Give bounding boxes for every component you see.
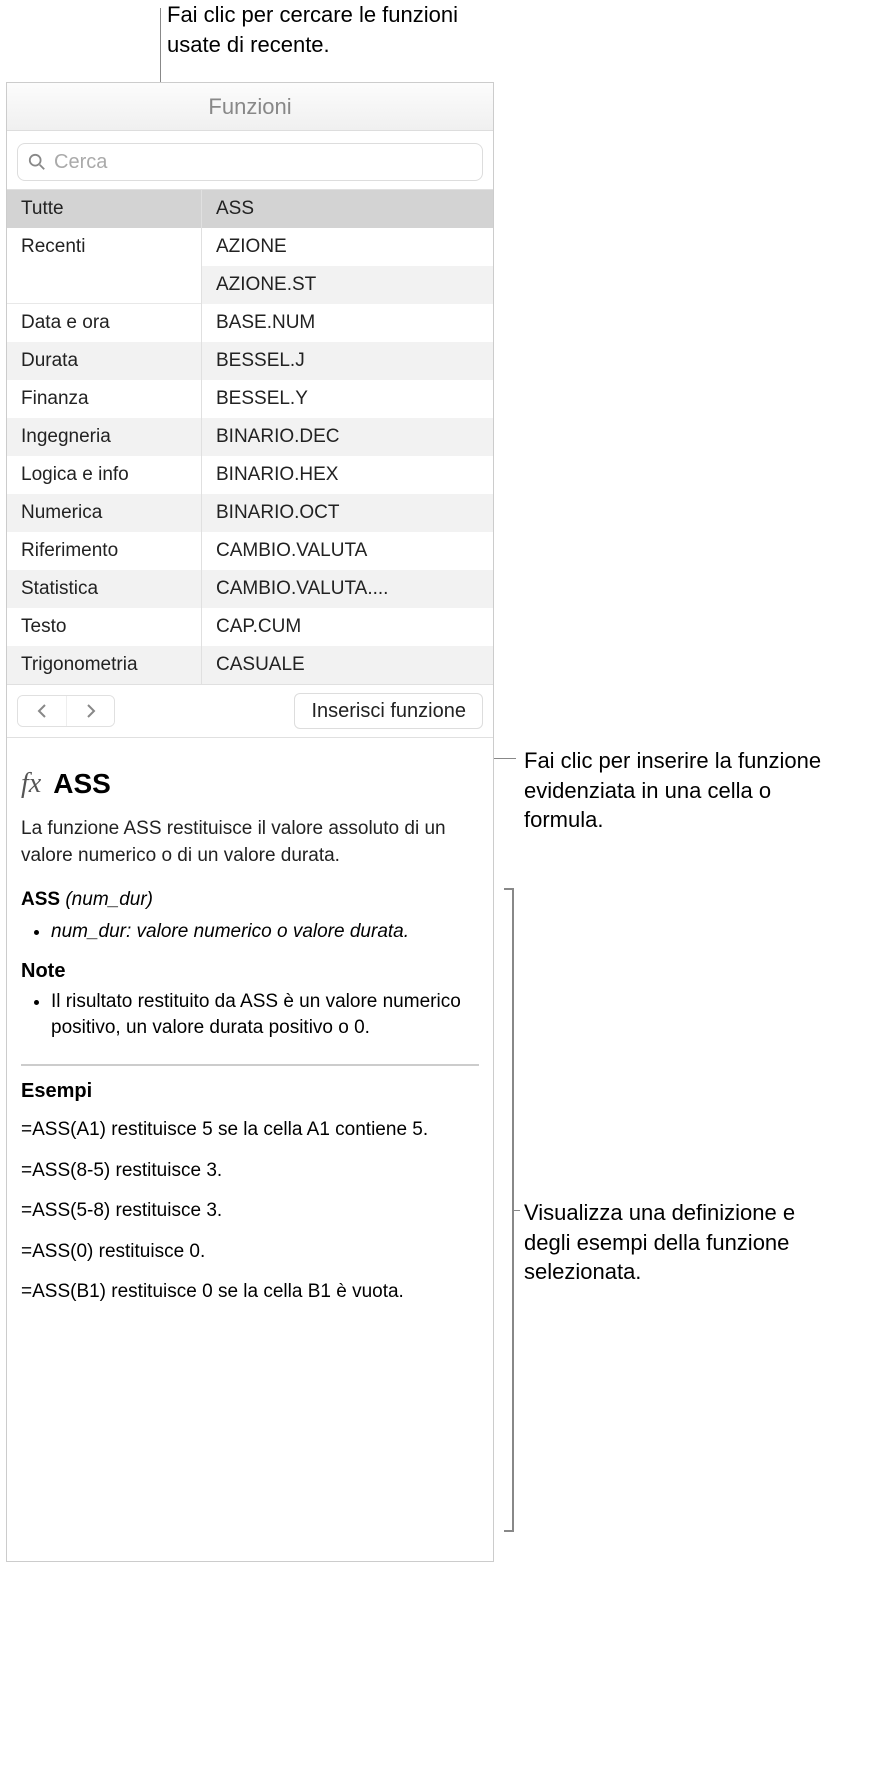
category-item[interactable]: Statistica: [7, 570, 201, 608]
function-title-row: fx ASS: [21, 748, 479, 816]
category-item[interactable]: Numerica: [7, 494, 201, 532]
fx-icon: fx: [21, 768, 41, 800]
category-item[interactable]: Trigonometria: [7, 646, 201, 684]
function-item[interactable]: BESSEL.Y: [202, 380, 493, 418]
example-item: =ASS(0) restituisce 0.: [21, 1239, 479, 1266]
callout-recent: Fai clic per cercare le funzioni usate d…: [167, 0, 467, 59]
note-item: Il risultato restituito da ASS è un valo…: [51, 989, 479, 1042]
category-item[interactable]: Riferimento: [7, 532, 201, 570]
function-item[interactable]: BESSEL.J: [202, 342, 493, 380]
category-item[interactable]: Tutte: [7, 190, 201, 228]
function-syntax: ASS (num_dur): [21, 889, 479, 911]
function-item[interactable]: CAP.CUM: [202, 608, 493, 646]
callout-bracket: [504, 888, 514, 1532]
examples-list: =ASS(A1) restituisce 5 se la cella A1 co…: [21, 1117, 479, 1306]
panel-title: Funzioni: [7, 83, 493, 131]
callout-line: [514, 1210, 520, 1211]
param-item: num_dur: valore numerico o valore durata…: [51, 919, 479, 946]
function-name: ASS: [53, 768, 111, 800]
function-item[interactable]: BINARIO.DEC: [202, 418, 493, 456]
chevron-left-icon: [37, 704, 47, 718]
divider: [21, 1064, 479, 1066]
function-detail: fx ASS La funzione ASS restituisce il va…: [7, 737, 493, 1336]
example-item: =ASS(A1) restituisce 5 se la cella A1 co…: [21, 1117, 479, 1144]
category-item[interactable]: Ingegneria: [7, 418, 201, 456]
param-list: num_dur: valore numerico o valore durata…: [21, 919, 479, 946]
category-list[interactable]: TutteRecenti Data e oraDurataFinanzaIngeg…: [7, 190, 202, 684]
nav-forward-button[interactable]: [66, 696, 114, 726]
syntax-name: ASS: [21, 889, 60, 910]
example-item: =ASS(5-8) restituisce 3.: [21, 1198, 479, 1225]
function-item[interactable]: BINARIO.HEX: [202, 456, 493, 494]
callout-insert: Fai clic per inserire la funzione eviden…: [524, 746, 844, 835]
chevron-right-icon: [86, 704, 96, 718]
category-item[interactable]: Finanza: [7, 380, 201, 418]
category-item[interactable]: Recenti: [7, 228, 201, 266]
nav-buttons: [17, 695, 115, 727]
function-item[interactable]: BINARIO.OCT: [202, 494, 493, 532]
function-description: La funzione ASS restituisce il valore as…: [21, 816, 479, 869]
function-item[interactable]: AZIONE: [202, 228, 493, 266]
category-item[interactable]: Logica e info: [7, 456, 201, 494]
function-item[interactable]: ASS: [202, 190, 493, 228]
examples-heading: Esempi: [21, 1080, 479, 1103]
function-item[interactable]: CASUALE: [202, 646, 493, 684]
nav-back-button[interactable]: [18, 696, 66, 726]
category-item[interactable]: Data e ora: [7, 304, 201, 342]
example-item: =ASS(8-5) restituisce 3.: [21, 1158, 479, 1185]
search-wrap: Cerca: [7, 131, 493, 189]
function-item[interactable]: AZIONE.ST: [202, 266, 493, 304]
function-item[interactable]: BASE.NUM: [202, 304, 493, 342]
notes-list: Il risultato restituito da ASS è un valo…: [21, 989, 479, 1042]
notes-heading: Note: [21, 960, 479, 983]
callout-detail: Visualizza una definizione e degli esemp…: [524, 1198, 844, 1287]
syntax-args: (num_dur): [65, 889, 153, 910]
functions-panel: Funzioni Cerca TutteRecenti Data e oraDur…: [6, 82, 494, 1562]
search-input[interactable]: Cerca: [17, 143, 483, 181]
example-item: =ASS(B1) restituisce 0 se la cella B1 è …: [21, 1279, 479, 1306]
category-item[interactable]: Durata: [7, 342, 201, 380]
function-item[interactable]: CAMBIO.VALUTA....: [202, 570, 493, 608]
search-placeholder: Cerca: [54, 151, 107, 174]
category-spacer: [7, 266, 201, 304]
search-icon: [28, 153, 46, 171]
action-bar: Inserisci funzione: [7, 685, 493, 737]
category-item[interactable]: Testo: [7, 608, 201, 646]
insert-function-button[interactable]: Inserisci funzione: [294, 693, 483, 729]
function-list[interactable]: ASSAZIONEAZIONE.STBASE.NUMBESSEL.JBESSEL…: [202, 190, 493, 684]
function-item[interactable]: CAMBIO.VALUTA: [202, 532, 493, 570]
lists: TutteRecenti Data e oraDurataFinanzaIngeg…: [7, 189, 493, 685]
